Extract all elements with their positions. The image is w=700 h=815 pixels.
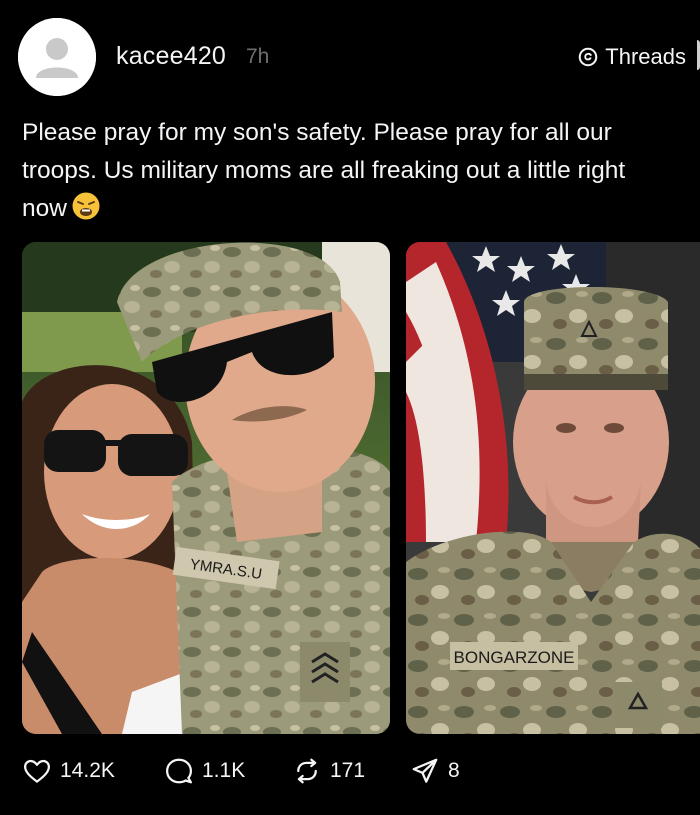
- like-count: 14.2K: [60, 759, 115, 782]
- threads-label: Threads: [605, 44, 686, 69]
- username[interactable]: kacee420: [116, 42, 226, 71]
- like-button[interactable]: 14.2K: [22, 756, 115, 786]
- post-time: 7h: [246, 45, 270, 68]
- post-photo-selfie[interactable]: YMRA.S.U: [22, 242, 390, 734]
- post-photo-portrait[interactable]: BONGARZONE: [406, 242, 700, 734]
- post-header: kacee420 7h Threads: [0, 0, 700, 110]
- user-avatar-icon[interactable]: [18, 18, 96, 96]
- post-actions: 14.2K 1.1K 171 8: [0, 756, 700, 796]
- share-count: 8: [448, 759, 460, 782]
- share-button[interactable]: 8: [410, 756, 460, 786]
- threads-badge[interactable]: Threads: [577, 44, 686, 70]
- post-text: Please pray for my son's safety. Please …: [22, 114, 662, 228]
- repost-count: 171: [330, 759, 366, 782]
- name-tape-2: BONGARZONE: [454, 648, 575, 667]
- post-body: Please pray for my son's safety. Please …: [22, 119, 626, 222]
- heart-icon: [24, 759, 50, 783]
- threads-logo-icon: [579, 47, 598, 67]
- repost-icon: [297, 758, 317, 784]
- comment-button[interactable]: 1.1K: [164, 756, 245, 786]
- scrollbar[interactable]: [692, 40, 700, 70]
- repost-button[interactable]: 171: [292, 756, 365, 786]
- comment-count: 1.1K: [202, 759, 246, 782]
- weary-face-emoji: [72, 192, 100, 220]
- send-icon: [412, 758, 438, 783]
- comment-icon: [166, 758, 192, 784]
